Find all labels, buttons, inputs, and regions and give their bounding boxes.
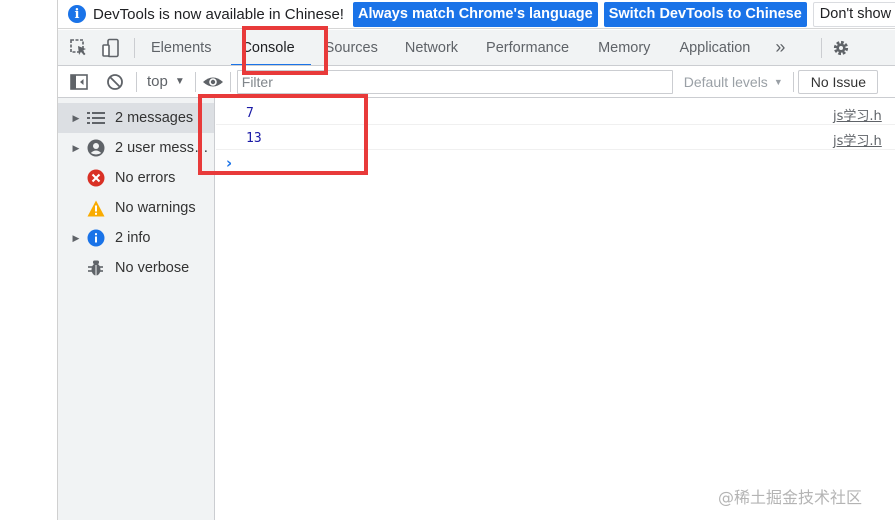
tab-memory[interactable]: Memory <box>598 30 650 65</box>
expand-triangle-icon[interactable]: ▶ <box>66 113 86 124</box>
infobar-message: DevTools is now available in Chinese! <box>93 5 344 23</box>
console-sidebar: ▶ 2 messages ▶ 2 user mess… No errors No… <box>58 98 215 520</box>
sidebar-item-label: No verbose <box>115 260 190 276</box>
tab-performance[interactable]: Performance <box>486 30 569 65</box>
settings-gear-icon[interactable] <box>830 37 852 59</box>
more-tabs-button[interactable]: » <box>775 37 785 58</box>
language-infobar: i DevTools is now available in Chinese! … <box>58 0 895 29</box>
switch-to-chinese-button[interactable]: Switch DevTools to Chinese <box>603 1 807 27</box>
chevron-down-icon[interactable]: ▼ <box>774 77 783 87</box>
toolbar-divider <box>229 71 231 92</box>
tab-elements[interactable]: Elements <box>151 30 211 65</box>
console-tab-highlight <box>242 26 328 75</box>
page-left-strip <box>0 0 58 520</box>
sidebar-item-label: 2 user mess… <box>115 140 209 156</box>
toolbar-divider <box>134 37 135 58</box>
warning-icon <box>86 198 106 218</box>
show-sidebar-icon[interactable] <box>68 71 90 93</box>
sidebar-item-verbose[interactable]: No verbose <box>58 253 214 283</box>
inspect-element-icon[interactable] <box>68 37 90 59</box>
issues-button[interactable]: No Issue <box>797 69 878 94</box>
sidebar-item-label: No errors <box>115 170 176 186</box>
toolbar-divider <box>136 71 137 92</box>
sidebar-item-label: No warnings <box>115 200 196 216</box>
list-icon <box>86 108 106 128</box>
chevron-down-icon[interactable]: ▼ <box>175 76 185 87</box>
devtools-tabbar: Elements Console Sources Network Perform… <box>58 30 895 66</box>
sidebar-item-info[interactable]: ▶ 2 info <box>58 223 214 253</box>
user-icon <box>86 138 106 158</box>
sidebar-item-user-messages[interactable]: ▶ 2 user mess… <box>58 133 214 163</box>
info-icon: i <box>68 5 86 23</box>
sidebar-item-label: 2 info <box>115 230 151 246</box>
output-highlight <box>198 94 368 175</box>
expand-triangle-icon[interactable]: ▶ <box>66 143 86 154</box>
clear-console-icon[interactable] <box>104 71 126 93</box>
live-expression-eye-icon[interactable] <box>202 71 224 93</box>
toolbar-divider <box>821 37 823 58</box>
sidebar-item-label: 2 messages <box>115 110 194 126</box>
sidebar-item-warnings[interactable]: No warnings <box>58 193 214 223</box>
toolbar-divider <box>194 71 196 92</box>
message-source-link[interactable]: js学习.h <box>833 130 882 149</box>
watermark: @稀土掘金技术社区 <box>718 488 863 507</box>
log-levels-dropdown[interactable]: Default levels <box>684 74 768 90</box>
expand-triangle-icon[interactable]: ▶ <box>66 233 86 244</box>
info-icon <box>86 228 106 248</box>
match-language-button[interactable]: Always match Chrome's language <box>352 1 598 27</box>
error-icon <box>86 168 106 188</box>
tab-sources[interactable]: Sources <box>325 30 378 65</box>
sidebar-item-errors[interactable]: No errors <box>58 163 214 193</box>
bug-icon <box>86 258 106 278</box>
sidebar-item-messages[interactable]: ▶ 2 messages <box>58 103 214 133</box>
dont-show-again-button[interactable]: Don't show aga <box>812 1 895 27</box>
tab-network[interactable]: Network <box>405 30 458 65</box>
tab-application[interactable]: Application <box>679 30 750 65</box>
context-selector[interactable]: top <box>147 73 168 90</box>
toolbar-divider <box>792 71 794 92</box>
devtools-panel: i DevTools is now available in Chinese! … <box>58 0 895 520</box>
console-toolbar: top ▼ Filter Default levels ▼ No Issue <box>58 66 895 98</box>
device-toolbar-icon[interactable] <box>100 37 122 59</box>
message-source-link[interactable]: js学习.h <box>833 105 882 124</box>
